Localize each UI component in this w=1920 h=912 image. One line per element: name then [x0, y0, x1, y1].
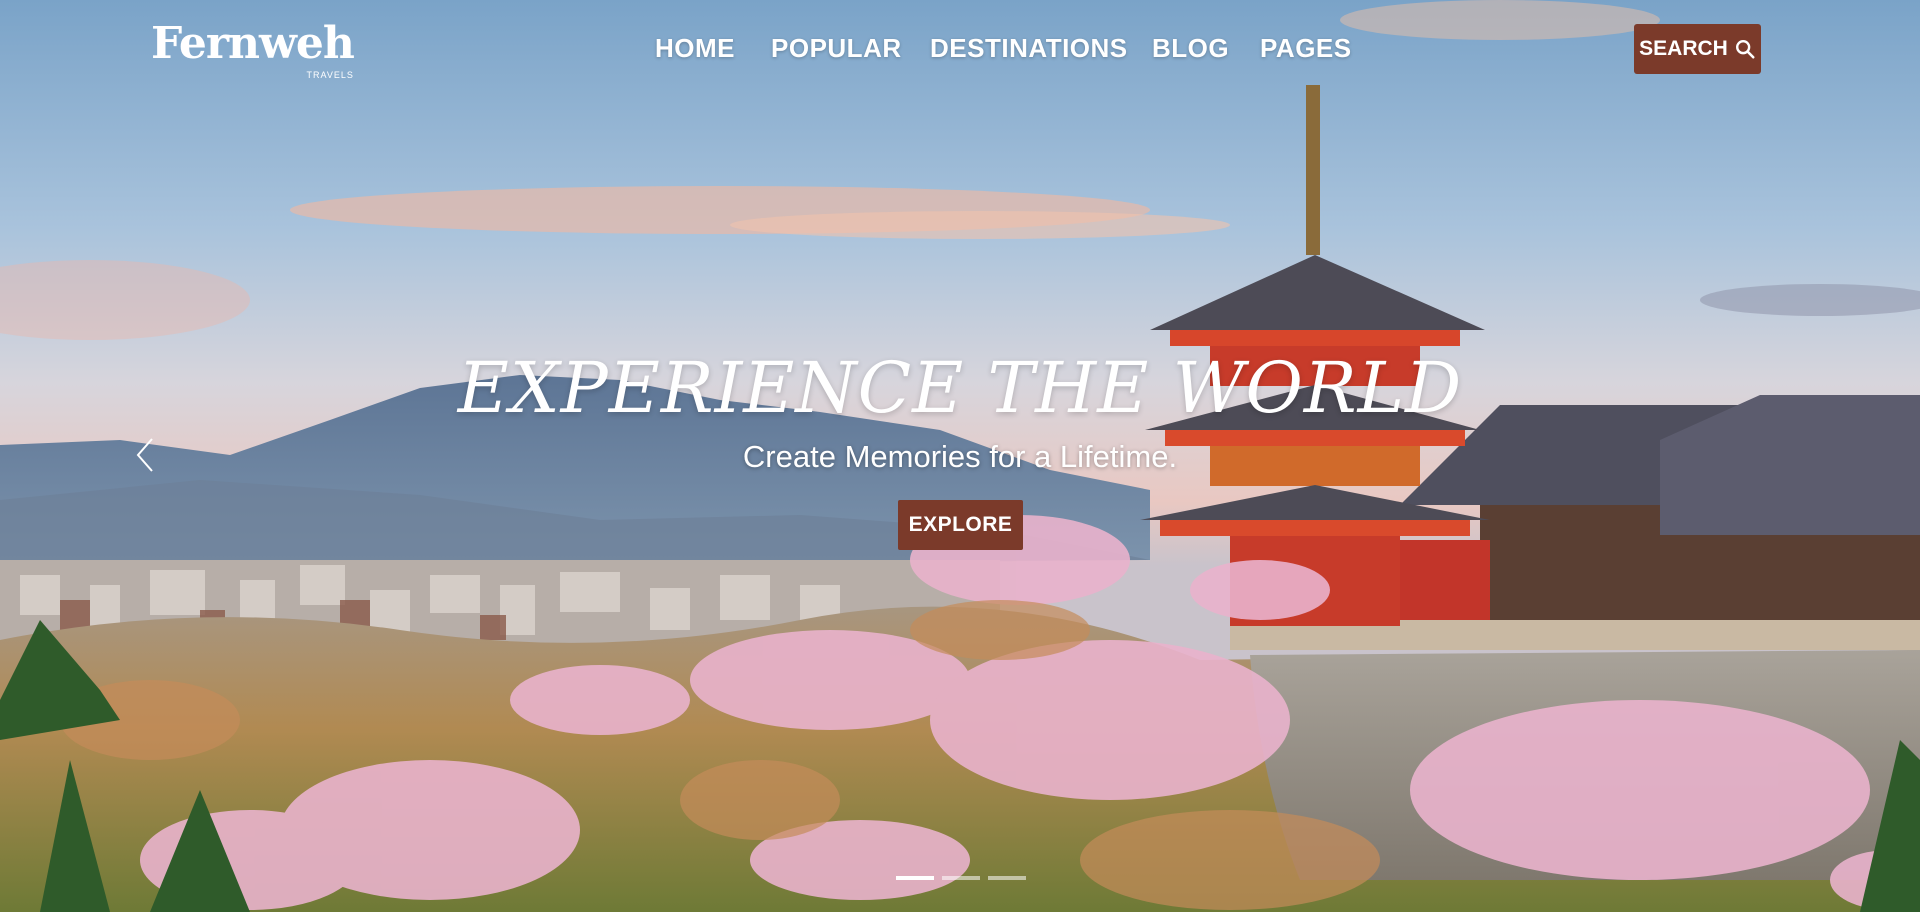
- slider-dot[interactable]: [896, 876, 934, 880]
- nav-blog[interactable]: BLOG: [1152, 30, 1229, 66]
- slider-dot[interactable]: [942, 876, 980, 880]
- main-nav: HOME POPULAR DESTINATIONS BLOG PAGES: [0, 30, 1920, 66]
- nav-pages[interactable]: PAGES: [1260, 30, 1352, 66]
- logo-tagline: TRAVELS: [306, 70, 354, 80]
- search-button-label: SEARCH: [1639, 37, 1728, 60]
- hero-headline: EXPERIENCE THE WORLD: [457, 347, 1463, 429]
- nav-destinations[interactable]: DESTINATIONS: [930, 30, 1128, 66]
- nav-home[interactable]: HOME: [655, 30, 735, 66]
- hero-subheadline: Create Memories for a Lifetime.: [742, 439, 1178, 474]
- slider-pagination: [896, 876, 1026, 880]
- explore-button[interactable]: EXPLORE: [898, 500, 1023, 550]
- nav-popular[interactable]: POPULAR: [771, 30, 902, 66]
- search-button[interactable]: SEARCH: [1634, 24, 1761, 74]
- search-icon: [1735, 40, 1755, 59]
- hero-slider: Fernweh TRAVELS HOME POPULAR DESTINATION…: [0, 0, 1920, 912]
- slider-dot[interactable]: [988, 876, 1026, 880]
